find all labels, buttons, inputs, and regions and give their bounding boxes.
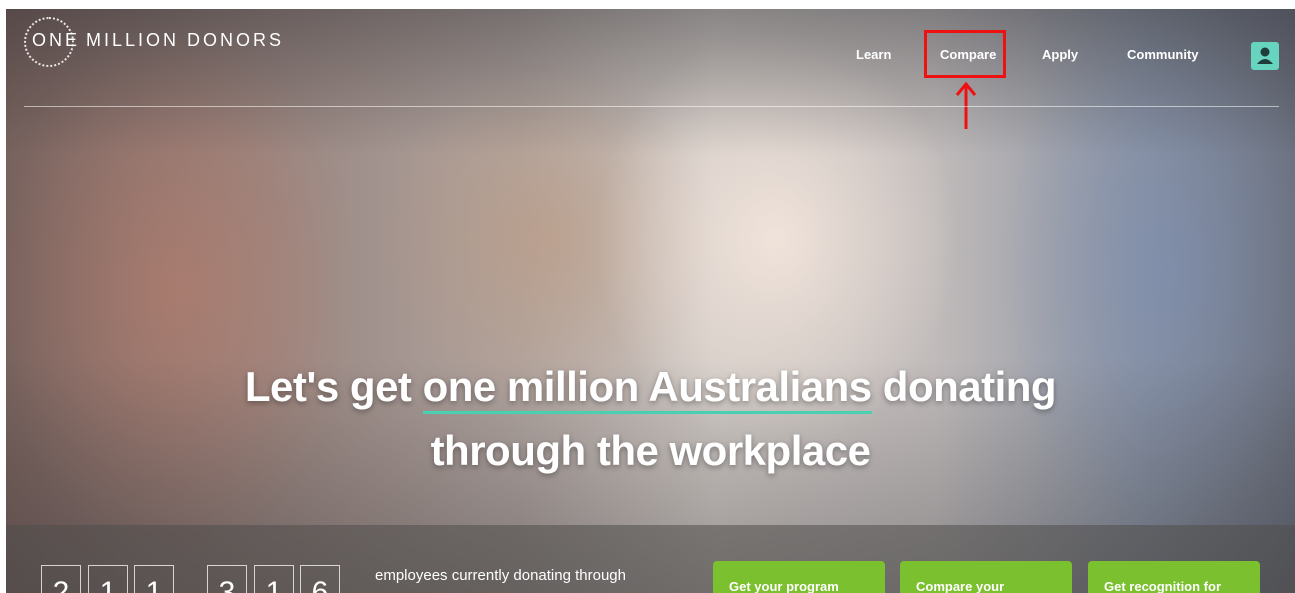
site-logo[interactable]: ONE MILLION DONORS (24, 17, 281, 67)
cta-recognition-button[interactable]: Get recognition for (1088, 561, 1260, 593)
counter-digit: 3 (207, 565, 247, 593)
counter-digit: 1 (88, 565, 128, 593)
cta-get-program-button[interactable]: Get your program (713, 561, 885, 593)
annotation-highlight-box (924, 30, 1006, 78)
user-icon (1257, 47, 1273, 64)
counter-digit: 2 (41, 565, 81, 593)
counter-digit: 6 (300, 565, 340, 593)
logo-prefix: ONE (32, 29, 81, 50)
hero-highlight: one million Australians (422, 363, 873, 410)
nav-community[interactable]: Community (1127, 47, 1199, 62)
counter-digit: 1 (254, 565, 294, 593)
nav-learn[interactable]: Learn (856, 47, 891, 62)
hero-section: ONE MILLION DONORS Learn Compare Apply Co… (6, 9, 1295, 593)
hero-headline-line2: through the workplace (430, 427, 871, 474)
nav-apply[interactable]: Apply (1042, 47, 1078, 62)
counter-digit: 1 (134, 565, 174, 593)
logo-name: MILLION DONORS (86, 29, 285, 50)
cta-compare-button[interactable]: Compare your (900, 561, 1072, 593)
user-account-button[interactable] (1251, 42, 1279, 70)
header-divider (24, 106, 1279, 107)
counter-caption: employees currently donating through (375, 567, 626, 584)
hero-headline-line1: Let's get one million Australians donati… (244, 363, 1057, 410)
